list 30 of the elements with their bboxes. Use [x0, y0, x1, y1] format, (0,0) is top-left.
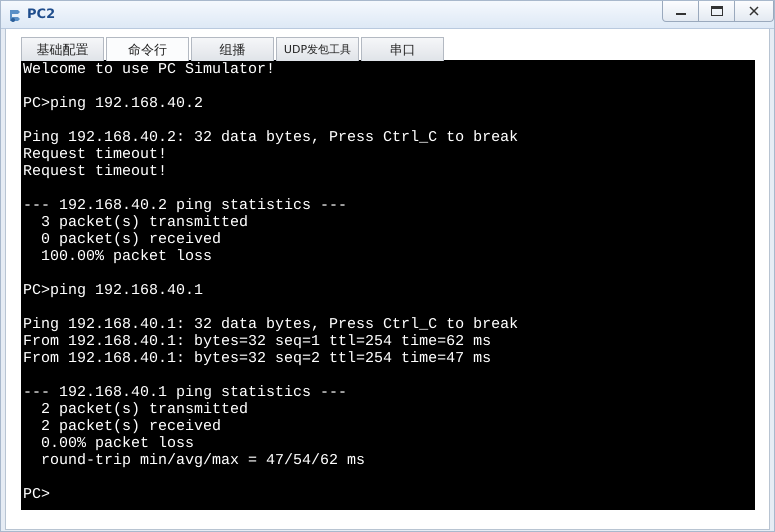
tab[interactable]: 组播	[191, 37, 274, 61]
terminal-line: 2 packet(s) received	[40, 418, 222, 435]
terminal-line: 3 packet(s) transmitted	[40, 214, 250, 231]
terminal-line: Ping 192.168.40.2: 32 data bytes, Press Ctrl_C to break	[23, 129, 520, 146]
terminal-line: Request timeout!	[23, 146, 168, 163]
terminal-line: 2 packet(s) transmitted	[40, 401, 250, 418]
terminal-line: From 192.168.40.1: bytes=32 seq=2 ttl=254 time=47 ms	[23, 350, 492, 367]
close-button[interactable]	[734, 1, 774, 22]
terminal-line: Request timeout!	[23, 163, 168, 180]
terminal-line: 0 packet(s) received	[40, 231, 222, 248]
window-title: PC2	[27, 7, 56, 22]
terminal-line: PC>ping 192.168.40.2	[23, 95, 204, 112]
tab[interactable]: 基础配置	[21, 37, 104, 61]
tab[interactable]: 命令行	[106, 37, 189, 61]
close-icon	[749, 6, 759, 16]
terminal-line: 0.00% packet loss	[40, 435, 196, 452]
terminal-line: round-trip min/avg/max = 47/54/62 ms	[40, 452, 366, 469]
tab[interactable]: 串口	[361, 37, 444, 61]
terminal-line: 100.00% packet loss	[40, 248, 214, 265]
tab[interactable]: UDP发包工具	[276, 37, 359, 61]
terminal-line: --- 192.168.40.1 ping statistics ---	[23, 384, 348, 401]
terminal-line: PC>	[23, 486, 52, 503]
terminal-line: --- 192.168.40.2 ping statistics ---	[23, 197, 348, 214]
terminal-line: Ping 192.168.40.1: 32 data bytes, Press Ctrl_C to break	[23, 316, 520, 333]
minimize-button[interactable]	[662, 1, 699, 22]
terminal-line: From 192.168.40.1: bytes=32 seq=1 ttl=254 time=62 ms	[23, 333, 492, 350]
maximize-icon	[710, 6, 722, 16]
terminal-line: Welcome to use PC Simulator!	[23, 61, 276, 78]
maximize-button[interactable]	[698, 1, 735, 22]
terminal-line: PC>ping 192.168.40.1	[23, 282, 204, 299]
